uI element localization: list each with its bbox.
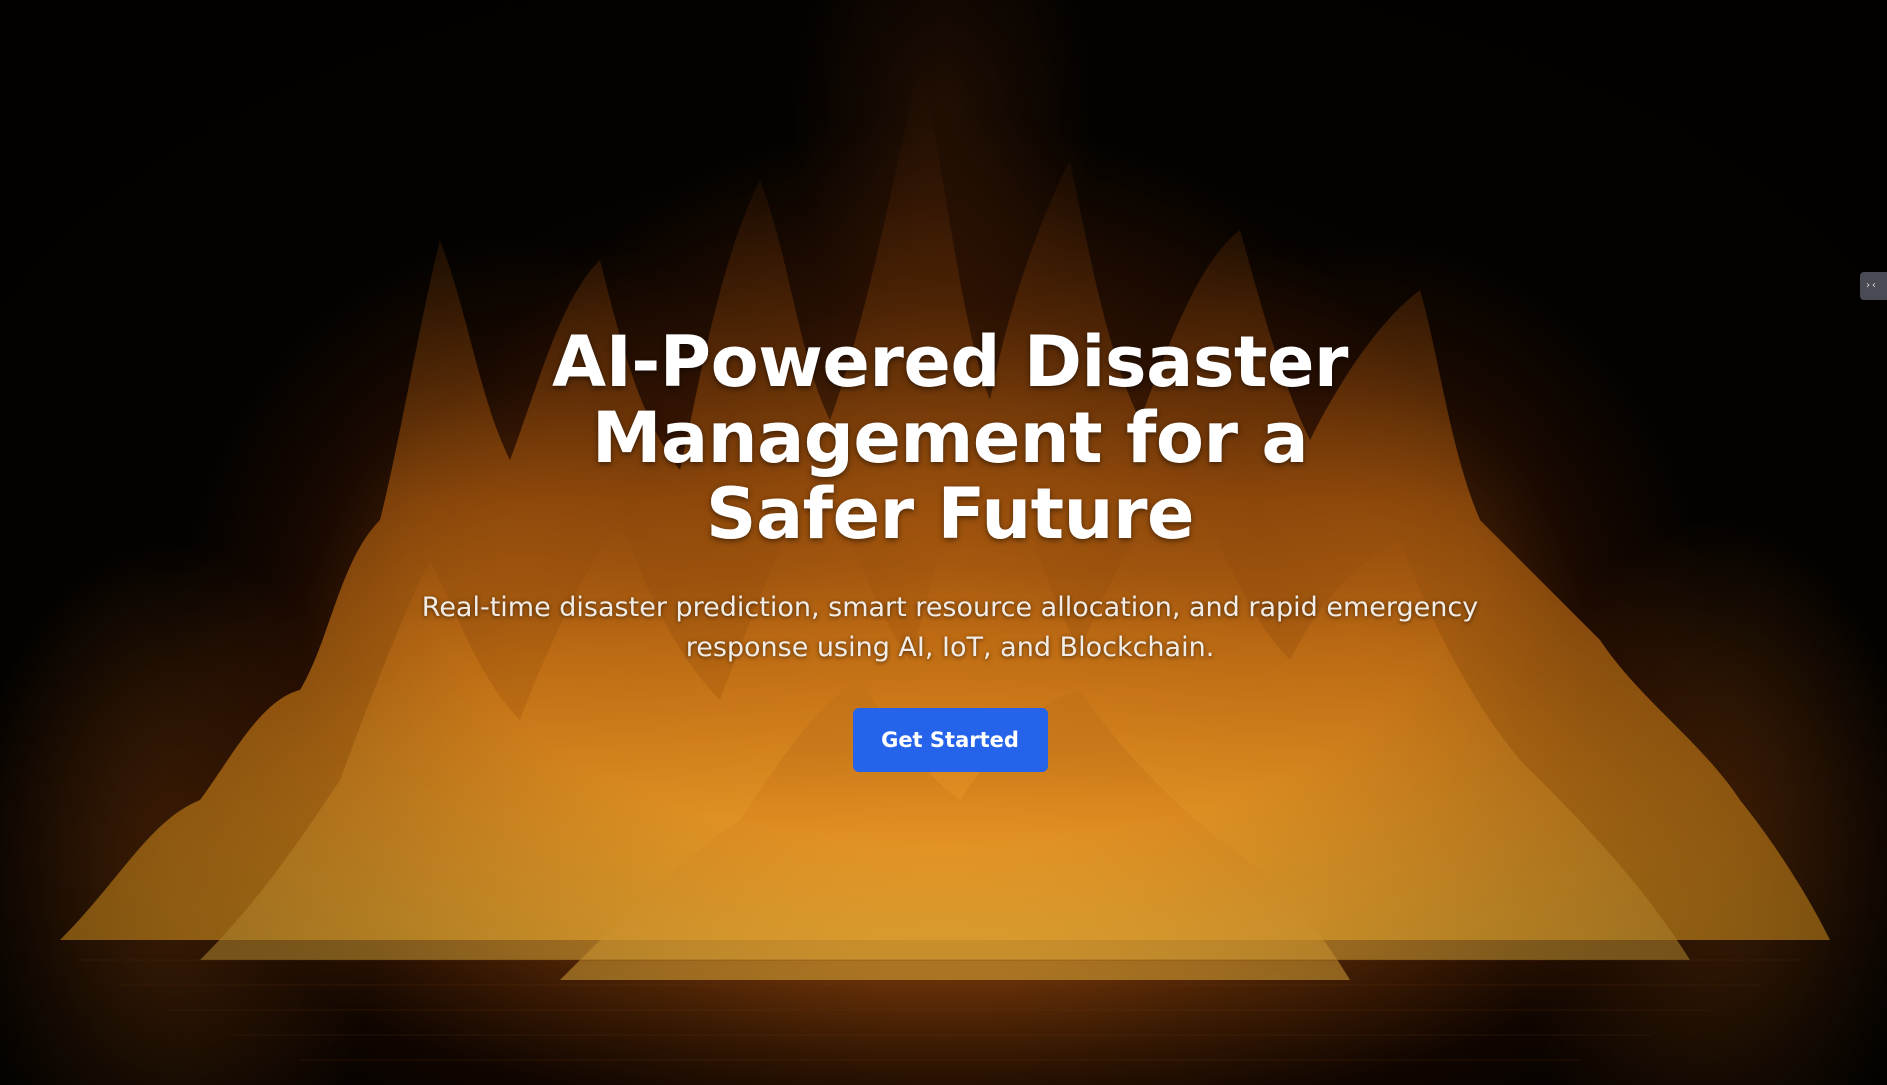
get-started-button[interactable]: Get Started	[852, 708, 1048, 772]
hero-content: AI-Powered Disaster Management for a Saf…	[0, 324, 1887, 772]
hero-subtitle: Real-time disaster prediction, smart res…	[421, 592, 1479, 663]
side-panel-toggle[interactable]: ›‹	[1860, 272, 1887, 300]
collapse-arrows-icon: ›‹	[1865, 280, 1878, 291]
hero-title: AI-Powered Disaster Management for a Saf…	[552, 321, 1348, 555]
hero-section: AI-Powered Disaster Management for a Saf…	[0, 0, 1887, 1085]
